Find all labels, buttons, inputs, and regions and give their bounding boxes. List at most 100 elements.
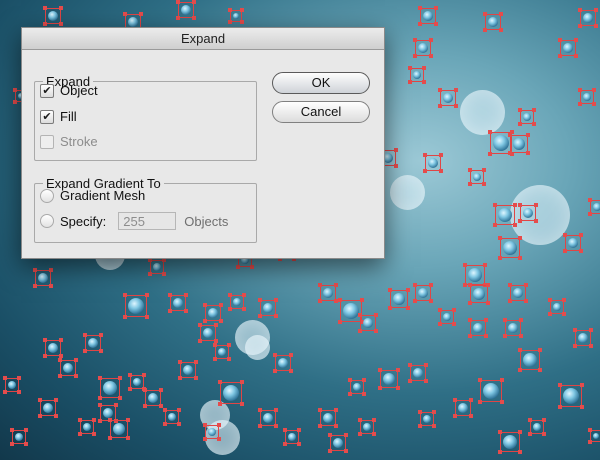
selection-handle[interactable] (274, 298, 278, 302)
selection-handle[interactable] (334, 424, 338, 428)
selection-handle[interactable] (283, 442, 287, 446)
selection-handle[interactable] (178, 360, 182, 364)
ok-button[interactable]: OK (272, 72, 370, 94)
selection-handle[interactable] (74, 358, 78, 362)
selection-handle[interactable] (589, 344, 593, 348)
selection-handle[interactable] (478, 400, 482, 404)
selected-droplet[interactable] (10, 428, 28, 446)
selection-handle[interactable] (58, 374, 62, 378)
selection-handle[interactable] (532, 122, 536, 126)
selected-droplet[interactable] (258, 298, 278, 318)
selection-handle[interactable] (418, 22, 422, 26)
selection-handle[interactable] (538, 368, 542, 372)
selection-handle[interactable] (518, 108, 522, 112)
specify-row[interactable]: Specify: Objects (40, 212, 228, 230)
selection-handle[interactable] (318, 408, 322, 412)
selection-handle[interactable] (228, 293, 232, 297)
selected-droplet[interactable] (478, 378, 504, 404)
selection-handle[interactable] (424, 363, 428, 367)
selected-droplet[interactable] (198, 323, 218, 343)
selection-handle[interactable] (240, 380, 244, 384)
selection-handle[interactable] (217, 423, 221, 427)
selected-droplet[interactable] (176, 0, 196, 20)
selection-handle[interactable] (498, 256, 502, 260)
selection-handle[interactable] (358, 313, 362, 317)
selection-handle[interactable] (178, 376, 182, 380)
selection-handle[interactable] (177, 422, 181, 426)
selected-droplet[interactable] (558, 38, 578, 58)
selection-handle[interactable] (518, 348, 522, 352)
selection-handle[interactable] (344, 449, 348, 453)
selection-handle[interactable] (503, 334, 507, 338)
selection-handle[interactable] (358, 418, 362, 422)
selection-handle[interactable] (114, 403, 118, 407)
selection-handle[interactable] (508, 299, 512, 303)
selection-handle[interactable] (503, 318, 507, 322)
selected-droplet[interactable] (508, 133, 530, 155)
selection-handle[interactable] (482, 182, 486, 186)
selection-handle[interactable] (92, 418, 96, 422)
selected-droplet[interactable] (228, 293, 246, 311)
selection-handle[interactable] (74, 374, 78, 378)
selection-handle[interactable] (43, 354, 47, 358)
selection-handle[interactable] (236, 265, 240, 269)
selection-handle[interactable] (378, 368, 382, 372)
selection-handle[interactable] (413, 54, 417, 58)
selection-handle[interactable] (429, 54, 433, 58)
selection-handle[interactable] (562, 298, 566, 302)
selected-droplet[interactable] (413, 38, 433, 58)
selection-handle[interactable] (423, 169, 427, 173)
selection-handle[interactable] (348, 392, 352, 396)
selection-handle[interactable] (432, 410, 436, 414)
selection-handle[interactable] (454, 88, 458, 92)
selected-droplet[interactable] (43, 338, 63, 358)
selection-handle[interactable] (579, 249, 583, 253)
selection-handle[interactable] (83, 333, 87, 337)
selection-handle[interactable] (38, 398, 42, 402)
selected-droplet[interactable] (483, 12, 503, 32)
selected-droplet[interactable] (218, 380, 244, 406)
selection-handle[interactable] (468, 318, 472, 322)
selection-handle[interactable] (17, 376, 21, 380)
selection-handle[interactable] (162, 272, 166, 276)
selection-handle[interactable] (508, 283, 512, 287)
selected-droplet[interactable] (588, 198, 600, 216)
selection-handle[interactable] (589, 328, 593, 332)
selection-handle[interactable] (394, 164, 398, 168)
selection-handle[interactable] (394, 148, 398, 152)
selection-handle[interactable] (242, 293, 246, 297)
selection-handle[interactable] (578, 8, 582, 12)
selection-handle[interactable] (362, 392, 366, 396)
selection-handle[interactable] (358, 329, 362, 333)
selected-droplet[interactable] (318, 408, 338, 428)
selection-handle[interactable] (168, 293, 172, 297)
selection-handle[interactable] (594, 24, 598, 28)
selection-handle[interactable] (463, 263, 467, 267)
selection-handle[interactable] (328, 449, 332, 453)
selection-handle[interactable] (98, 403, 102, 407)
selection-handle[interactable] (168, 309, 172, 313)
selection-handle[interactable] (513, 203, 517, 207)
selection-handle[interactable] (408, 80, 412, 84)
selection-handle[interactable] (358, 432, 362, 436)
selection-handle[interactable] (148, 272, 152, 276)
selection-handle[interactable] (128, 387, 132, 391)
selection-handle[interactable] (499, 12, 503, 16)
selection-handle[interactable] (123, 315, 127, 319)
selected-droplet[interactable] (83, 333, 103, 353)
selection-handle[interactable] (13, 100, 17, 104)
selection-handle[interactable] (434, 6, 438, 10)
selection-handle[interactable] (145, 293, 149, 297)
selection-handle[interactable] (573, 344, 577, 348)
selection-handle[interactable] (486, 283, 490, 287)
selection-handle[interactable] (274, 424, 278, 428)
selection-handle[interactable] (468, 301, 472, 305)
selection-handle[interactable] (142, 373, 146, 377)
selection-handle[interactable] (176, 0, 180, 4)
selection-handle[interactable] (194, 376, 198, 380)
selection-handle[interactable] (484, 334, 488, 338)
selection-handle[interactable] (258, 314, 262, 318)
selection-handle[interactable] (528, 418, 532, 422)
selection-handle[interactable] (439, 169, 443, 173)
selected-droplet[interactable] (43, 6, 63, 26)
